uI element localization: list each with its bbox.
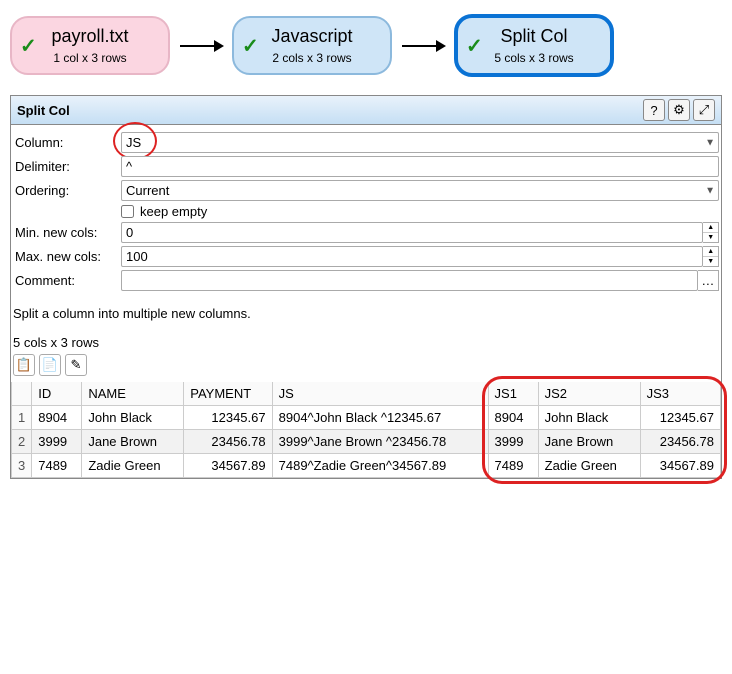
flow-diagram: ✓ payroll.txt 1 col x 3 rows ✓ Javascrip… (10, 10, 722, 81)
row-number: 1 (12, 406, 32, 430)
table-summary: 5 cols x 3 rows (11, 331, 721, 352)
data-table-wrap: ID NAME PAYMENT JS JS1 JS2 JS3 1 8904 Jo… (11, 382, 721, 478)
node-title: payroll.txt (30, 26, 150, 47)
max-cols-spinner[interactable]: ▲▼ (703, 246, 719, 267)
delimiter-label: Delimiter: (13, 159, 121, 174)
row-number: 3 (12, 454, 32, 478)
max-cols-input[interactable] (121, 246, 703, 267)
ordering-label: Ordering: (13, 183, 121, 198)
max-cols-label: Max. new cols: (13, 249, 121, 264)
arrow-icon (402, 45, 444, 47)
node-title: Split Col (476, 26, 592, 47)
col-header[interactable]: JS1 (488, 382, 538, 406)
node-title: Javascript (252, 26, 372, 47)
data-table: ID NAME PAYMENT JS JS1 JS2 JS3 1 8904 Jo… (11, 382, 721, 478)
edit-button[interactable]: ✎ (65, 354, 87, 376)
table-row[interactable]: 3 7489 Zadie Green 34567.89 7489^Zadie G… (12, 454, 721, 478)
node-subtitle: 5 cols x 3 rows (476, 51, 592, 65)
col-header[interactable]: JS (272, 382, 488, 406)
ordering-select[interactable] (121, 180, 719, 201)
settings-button[interactable]: ⚙ (668, 99, 690, 121)
properties-form: Column: ▼ Delimiter: Ordering: ▼ (11, 125, 721, 296)
col-header[interactable]: JS2 (538, 382, 640, 406)
check-icon: ✓ (20, 33, 37, 58)
table-row[interactable]: 2 3999 Jane Brown 23456.78 3999^Jane Bro… (12, 430, 721, 454)
keep-empty-label: keep empty (140, 204, 207, 219)
node-subtitle: 1 col x 3 rows (30, 51, 150, 65)
row-number: 2 (12, 430, 32, 454)
arrow-icon (180, 45, 222, 47)
column-label: Column: (13, 135, 121, 150)
node-subtitle: 2 cols x 3 rows (252, 51, 372, 65)
min-cols-input[interactable] (121, 222, 703, 243)
flow-node-source[interactable]: ✓ payroll.txt 1 col x 3 rows (10, 16, 170, 75)
panel-title: Split Col (17, 103, 640, 118)
check-icon: ✓ (466, 33, 483, 58)
help-button[interactable]: ? (643, 99, 665, 121)
col-header[interactable]: NAME (82, 382, 184, 406)
comment-label: Comment: (13, 273, 121, 288)
expand-button[interactable]: ⤢ (693, 99, 715, 121)
column-select[interactable] (121, 132, 719, 153)
comment-more-button[interactable]: … (698, 270, 719, 291)
add-row-button[interactable]: 📄 (39, 354, 61, 376)
comment-input[interactable] (121, 270, 698, 291)
col-header[interactable]: JS3 (640, 382, 720, 406)
panel-header: Split Col ? ⚙ ⤢ (11, 96, 721, 125)
col-header[interactable]: ID (32, 382, 82, 406)
delimiter-input[interactable] (121, 156, 719, 177)
check-icon: ✓ (242, 33, 259, 58)
table-toolbar: 📋 📄 ✎ (11, 352, 721, 382)
properties-panel: Split Col ? ⚙ ⤢ Column: ▼ Delimiter: Ord… (10, 95, 722, 479)
copy-button[interactable]: 📋 (13, 354, 35, 376)
panel-description: Split a column into multiple new columns… (11, 296, 721, 331)
keep-empty-checkbox[interactable] (121, 205, 134, 218)
min-cols-label: Min. new cols: (13, 225, 121, 240)
table-row[interactable]: 1 8904 John Black 12345.67 8904^John Bla… (12, 406, 721, 430)
table-header-row: ID NAME PAYMENT JS JS1 JS2 JS3 (12, 382, 721, 406)
keep-empty-option[interactable]: keep empty (121, 204, 207, 219)
col-header[interactable]: PAYMENT (184, 382, 272, 406)
flow-node-splitcol[interactable]: ✓ Split Col 5 cols x 3 rows (454, 14, 614, 77)
flow-node-javascript[interactable]: ✓ Javascript 2 cols x 3 rows (232, 16, 392, 75)
min-cols-spinner[interactable]: ▲▼ (703, 222, 719, 243)
